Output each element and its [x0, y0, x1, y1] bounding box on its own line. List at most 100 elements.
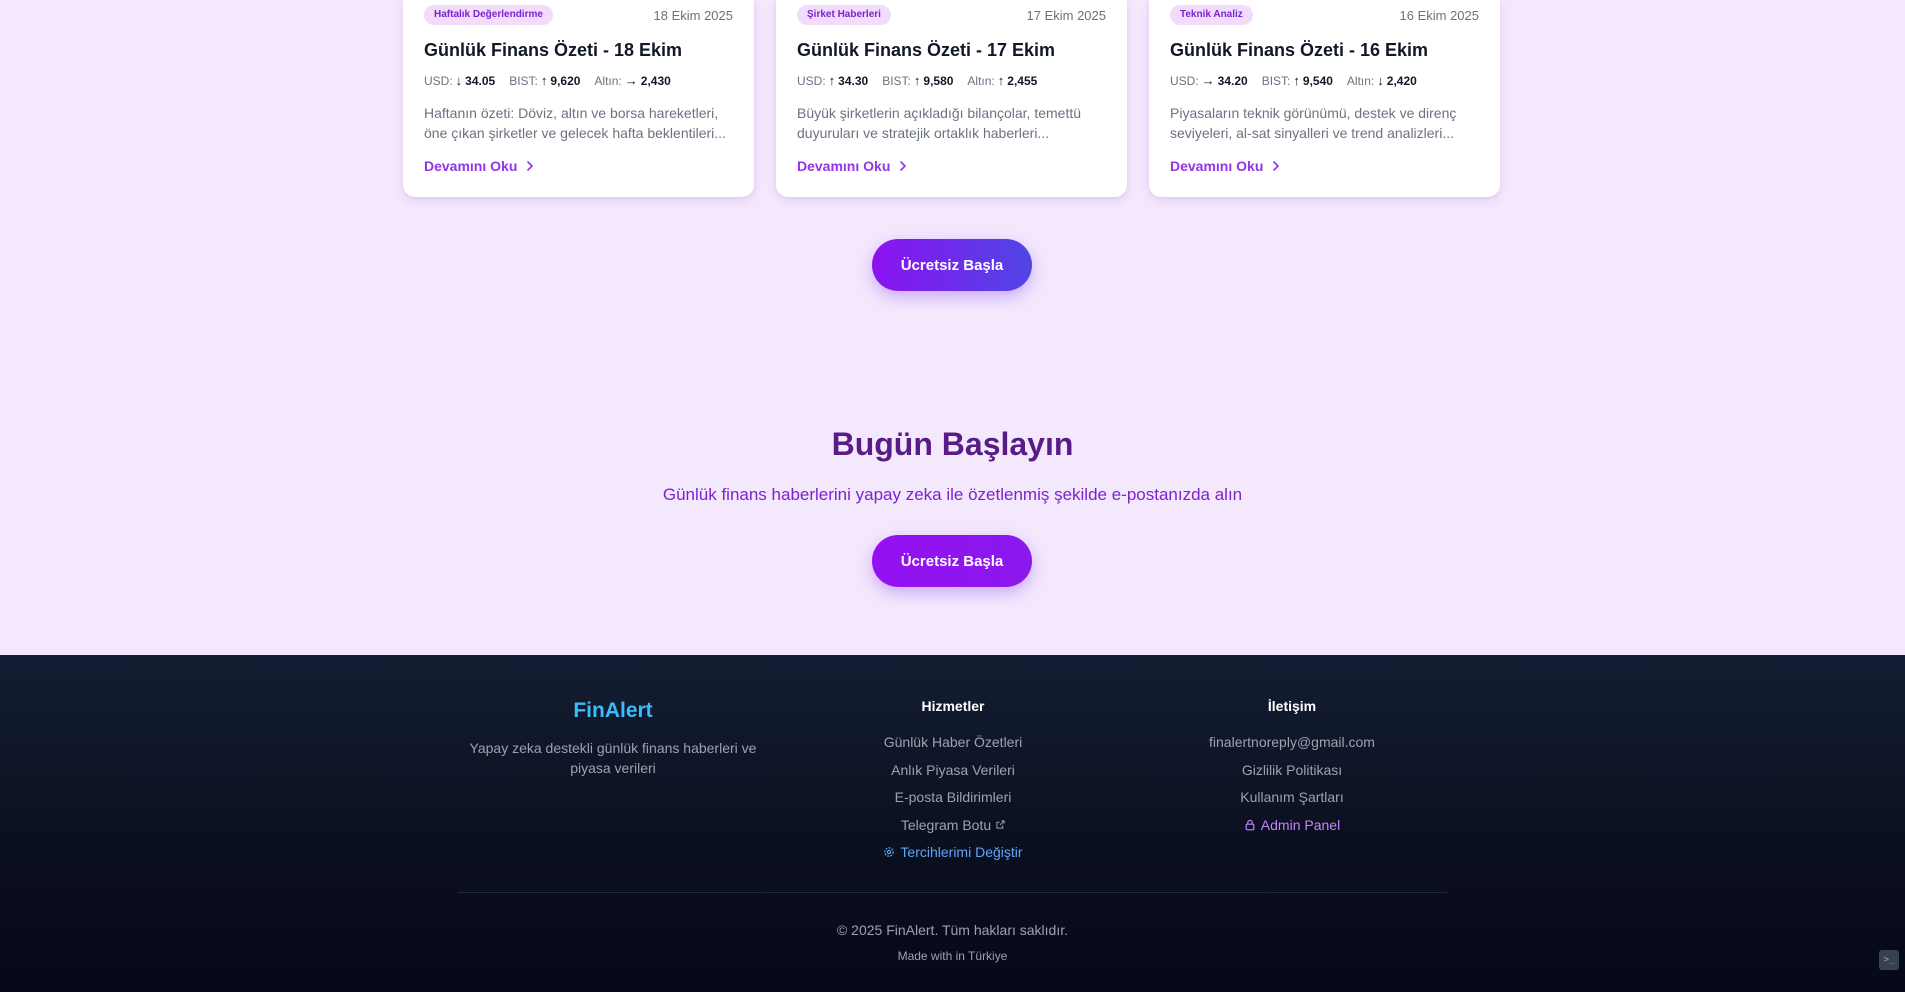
- metric-label: USD:: [424, 74, 453, 88]
- metric-value: 2,430: [640, 74, 671, 88]
- footer-link-label: Tercihlerimi Değiştir: [900, 844, 1023, 860]
- footer-services: Hizmetler Günlük Haber Özetleri Anlık Pi…: [798, 697, 1108, 871]
- card-title: Günlük Finans Özeti - 17 Ekim: [797, 40, 1056, 60]
- footer-link-label: Kullanım Şartları: [1240, 789, 1344, 805]
- footer-divider: [458, 892, 1447, 893]
- cta-subtitle: Günlük finans haberlerini yapay zeka ile…: [662, 485, 1243, 504]
- metric-arrow: ↑: [828, 73, 836, 88]
- metric-bist: BIST: ↑ 9,620: [509, 73, 580, 89]
- footer-link-market-data[interactable]: Anlık Piyasa Verileri: [798, 761, 1108, 779]
- metric-label: BIST:: [882, 74, 911, 88]
- metric-arrow: ↑: [1293, 73, 1300, 88]
- footer-link-change-preferences[interactable]: Tercihlerimi Değiştir: [798, 843, 1108, 861]
- news-card: Teknik Analiz 16 Ekim 2025 Günlük Finans…: [1149, 0, 1500, 197]
- gear-icon: [884, 847, 895, 857]
- news-card: Şirket Haberleri 17 Ekim 2025 Günlük Fin…: [776, 0, 1127, 197]
- card-title: Günlük Finans Özeti - 18 Ekim: [424, 40, 683, 60]
- card-date: 16 Ekim 2025: [1399, 7, 1480, 23]
- metric-value: 34.30: [838, 74, 869, 88]
- metric-label: Altın:: [594, 74, 622, 88]
- card-metrics: USD: → 34.20 BIST: ↑ 9,540 Altın: ↓ 2,420: [1170, 73, 1479, 89]
- footer-link-label: Telegram Botu: [900, 816, 992, 833]
- card-title: Günlük Finans Özeti - 16 Ekim: [1170, 40, 1429, 60]
- read-more-link[interactable]: Devamını Oku: [1170, 157, 1479, 175]
- footer-link-label: finalertnoreply@gmail.com: [1209, 734, 1375, 750]
- site-footer: FinAlert Yapay zeka destekli günlük fina…: [0, 655, 1905, 992]
- footer-link-terms[interactable]: Kullanım Şartları: [1137, 788, 1447, 806]
- metric-arrow: ↓: [1377, 73, 1384, 88]
- metric-value: 9,540: [1302, 74, 1333, 88]
- footer-link-telegram-bot[interactable]: Telegram Botu: [798, 816, 1108, 834]
- metric-usd: USD: ↓ 34.05: [424, 73, 495, 89]
- metric-value: 2,455: [1007, 74, 1038, 88]
- metric-arrow: ↓: [455, 73, 463, 88]
- metric-label: USD:: [1170, 74, 1199, 88]
- dev-tools-toggle-icon[interactable]: >_: [1879, 950, 1899, 970]
- metric-label: BIST:: [509, 74, 538, 88]
- read-more-label: Devamını Oku: [1170, 158, 1264, 174]
- card-category-tag: Haftalık Değerlendirme: [424, 5, 553, 25]
- card-date: 18 Ekim 2025: [653, 7, 734, 23]
- metric-gold: Altın: ↓ 2,420: [1347, 73, 1417, 89]
- card-description: Haftanın özeti: Döviz, altın ve borsa ha…: [424, 105, 726, 141]
- metric-label: Altın:: [967, 74, 995, 88]
- footer-logo[interactable]: FinAlert: [458, 698, 768, 724]
- footer-link-label: Gizlilik Politikası: [1241, 761, 1343, 778]
- footer-contact: İletişim finalertnoreply@gmail.com Gizli…: [1137, 697, 1447, 843]
- external-link-icon: [996, 820, 1005, 829]
- metric-gold: Altın: → 2,430: [594, 73, 670, 89]
- read-more-label: Devamını Oku: [424, 158, 518, 174]
- card-description: Büyük şirketlerin açıkladığı bilançolar,…: [797, 105, 1082, 141]
- footer-contact-list: finalertnoreply@gmail.com Gizlilik Polit…: [1137, 733, 1447, 834]
- chevron-right-icon: [900, 161, 907, 171]
- metric-value: 9,620: [550, 74, 581, 88]
- metric-value: 2,420: [1386, 74, 1417, 88]
- metric-value: 9,580: [923, 74, 954, 88]
- footer-link-label: Anlık Piyasa Verileri: [891, 761, 1015, 778]
- metric-value: 34.20: [1217, 74, 1248, 88]
- footer-link-label: Admin Panel: [1260, 816, 1341, 833]
- chevron-right-icon: [1273, 161, 1280, 171]
- footer-services-heading: Hizmetler: [921, 698, 985, 714]
- read-more-link[interactable]: Devamını Oku: [424, 157, 733, 175]
- footer-brand: FinAlert Yapay zeka destekli günlük fina…: [458, 698, 768, 778]
- cta-start-free-button[interactable]: Ücretsiz Başla: [872, 535, 1032, 587]
- news-card: Haftalık Değerlendirme 18 Ekim 2025 Günl…: [403, 0, 754, 197]
- card-date: 17 Ekim 2025: [1026, 7, 1107, 23]
- footer-link-label: E-posta Bildirimleri: [894, 789, 1012, 805]
- card-category-tag: Şirket Haberleri: [797, 5, 891, 25]
- metric-arrow: →: [1201, 73, 1215, 88]
- metric-gold: Altın: ↑ 2,455: [967, 73, 1037, 89]
- footer-link-admin-panel[interactable]: Admin Panel: [1137, 816, 1447, 834]
- cta-title: Bugün Başlayın: [831, 426, 1074, 462]
- lock-icon: [1245, 819, 1255, 830]
- metric-usd: USD: → 34.20: [1170, 73, 1248, 89]
- footer-copyright: © 2025 FinAlert. Tüm hakları saklıdır.: [836, 922, 1069, 938]
- metric-label: USD:: [797, 74, 826, 88]
- footer-link-label: Günlük Haber Özetleri: [883, 734, 1023, 750]
- metric-label: BIST:: [1261, 74, 1291, 88]
- footer-services-list: Günlük Haber Özetleri Anlık Piyasa Veril…: [798, 733, 1108, 861]
- metric-arrow: ↑: [913, 73, 921, 88]
- metric-value: 34.05: [465, 74, 496, 88]
- chevron-right-icon: [527, 161, 534, 171]
- footer-link-email-notifications[interactable]: E-posta Bildirimleri: [798, 788, 1108, 806]
- metric-label: Altın:: [1346, 74, 1375, 88]
- footer-link-privacy[interactable]: Gizlilik Politikası: [1137, 761, 1447, 779]
- start-free-button[interactable]: Ücretsiz Başla: [872, 239, 1032, 291]
- footer-link-daily-summaries[interactable]: Günlük Haber Özetleri: [798, 733, 1108, 751]
- footer-brand-description: Yapay zeka destekli günlük finans haberl…: [469, 740, 757, 776]
- card-metrics: USD: ↓ 34.05 BIST: ↑ 9,620 Altın: → 2,430: [424, 73, 733, 89]
- footer-link-email[interactable]: finalertnoreply@gmail.com: [1137, 733, 1447, 751]
- metric-arrow: →: [624, 73, 638, 88]
- read-more-label: Devamını Oku: [797, 158, 891, 174]
- metric-bist: BIST: ↑ 9,540: [1262, 73, 1333, 89]
- read-more-link[interactable]: Devamını Oku: [797, 157, 1106, 175]
- metric-arrow: ↑: [997, 73, 1005, 88]
- card-metrics: USD: ↑ 34.30 BIST: ↑ 9,580 Altın: ↑ 2,455: [797, 73, 1106, 89]
- metric-arrow: ↑: [540, 73, 548, 88]
- metric-usd: USD: ↑ 34.30: [797, 73, 868, 89]
- footer-contact-heading: İletişim: [1267, 698, 1317, 714]
- card-description: Piyasaların teknik görünümü, destek ve d…: [1170, 105, 1457, 141]
- news-cards-grid: Haftalık Değerlendirme 18 Ekim 2025 Günl…: [403, 0, 1502, 197]
